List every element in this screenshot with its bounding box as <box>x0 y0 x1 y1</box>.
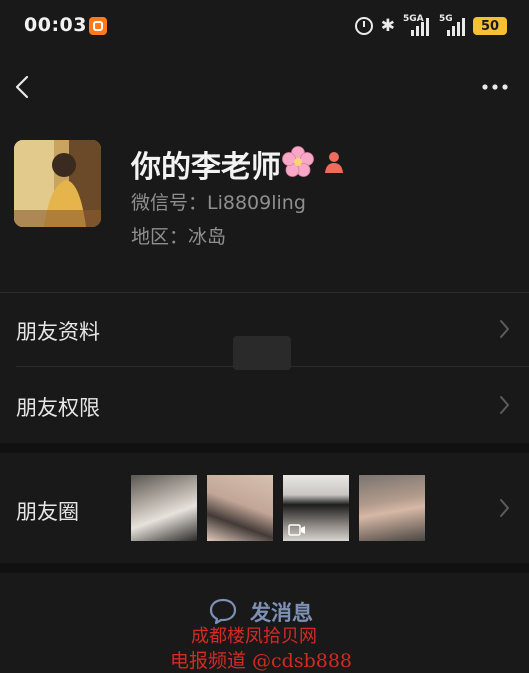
video-icon <box>288 524 305 536</box>
gender-female-icon <box>325 152 343 173</box>
battery-indicator: 50 <box>473 17 507 35</box>
chevron-right-icon <box>500 396 509 414</box>
moment-thumbnail[interactable] <box>131 475 197 541</box>
bluetooth-icon: ✱ <box>380 16 395 36</box>
status-icons: ✱ 5GA 5G 50 <box>354 13 507 39</box>
chat-bubble-icon <box>209 598 237 625</box>
moment-thumbnail[interactable] <box>359 475 425 541</box>
avatar[interactable] <box>14 140 101 227</box>
nickname: 你的李老师 <box>131 150 281 185</box>
watermark-text: 电报频道 @cdsb888 <box>170 650 353 672</box>
friend-permissions-row[interactable]: 朋友权限 <box>0 367 529 443</box>
status-time: 00:03 <box>24 14 87 36</box>
network-type-label: 5GA <box>403 14 424 24</box>
status-bar: 00:03 ✱ 5GA 5G 50 <box>0 0 529 52</box>
region: 地区：冰岛 <box>131 226 227 248</box>
friend-permissions-label: 朋友权限 <box>16 396 100 420</box>
chevron-right-icon <box>500 499 509 517</box>
cherry-blossom-icon <box>282 146 314 177</box>
app-notification-icon <box>89 17 107 35</box>
network-type-label: 5G <box>439 14 453 24</box>
moments-thumbnails <box>131 475 425 541</box>
toast-overlay <box>233 336 291 370</box>
more-options-icon[interactable] <box>481 80 509 94</box>
avatar-image <box>14 140 101 227</box>
moment-thumbnail[interactable] <box>207 475 273 541</box>
signal-5ga-icon: 5GA <box>403 14 431 36</box>
section-gap <box>0 563 529 573</box>
moments-label: 朋友圈 <box>16 500 79 524</box>
moment-thumbnail[interactable] <box>283 475 349 541</box>
signal-5g-icon: 5G <box>439 14 465 36</box>
friend-profile-label: 朋友资料 <box>16 320 100 344</box>
wechat-id: 微信号：Li8809ling <box>131 192 306 214</box>
section-gap <box>0 443 529 453</box>
back-arrow-icon[interactable] <box>12 74 38 100</box>
alarm-icon <box>354 17 373 35</box>
chevron-right-icon <box>500 320 509 338</box>
watermark-text: 成都楼凤拾贝网 <box>191 626 317 647</box>
